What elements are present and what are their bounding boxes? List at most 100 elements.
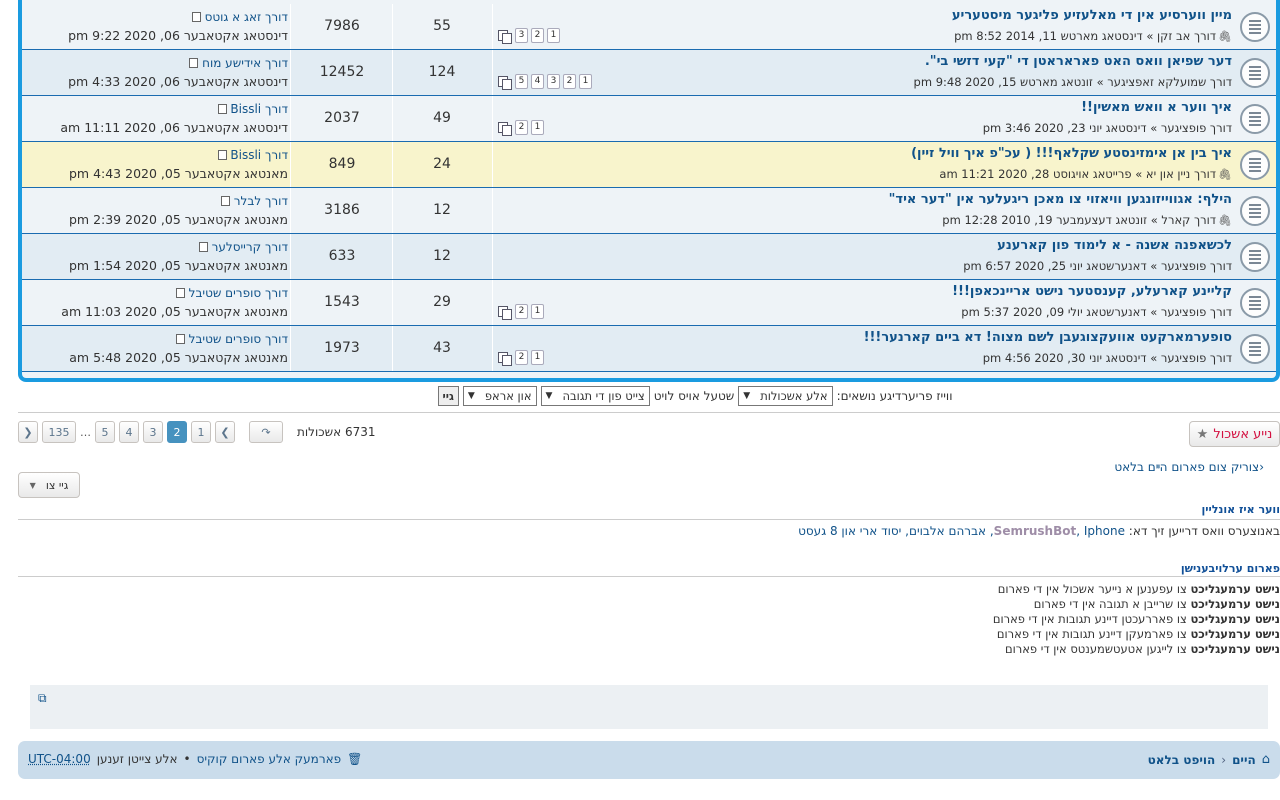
back-to-index-link[interactable]: ‹צוריק צום פארום הײם בלאט bbox=[1114, 460, 1264, 474]
chevron-left-icon: ‹ bbox=[1259, 460, 1264, 474]
topic-author-date: דורך פופציגער » דאנערשטאג יולי 09, 2020 … bbox=[961, 305, 1232, 319]
chevron-down-icon: ▼ bbox=[743, 391, 751, 401]
permission-text: צו לייגען אטעטשמענטס אין די פארום bbox=[1004, 642, 1191, 656]
goto-last-post-icon[interactable] bbox=[175, 334, 185, 344]
prev-page-button[interactable]: ❮ bbox=[215, 421, 235, 443]
topic-page-link[interactable]: 3 bbox=[547, 74, 560, 89]
topic-page-link[interactable]: 1 bbox=[547, 28, 560, 43]
last-post-author: דורך קרייסלער bbox=[22, 240, 288, 254]
topic-pagination: 54321 bbox=[496, 74, 592, 90]
topic-read-icon bbox=[1240, 104, 1270, 134]
footer-navbar: ⌂ היים ‹ הויפט בלאט 🗑 פארמעק אלע פארום ק… bbox=[18, 741, 1280, 779]
topic-title-link[interactable]: איך ווער א וואש מאשין!! bbox=[1081, 100, 1232, 115]
external-link-icon[interactable]: ⧉ bbox=[38, 691, 47, 706]
last-post-user[interactable]: דורך סופרים שטיבל bbox=[189, 332, 288, 346]
last-post-user[interactable]: דורך סופרים שטיבל bbox=[189, 286, 288, 300]
last-post-user[interactable]: דורך קרייסלער bbox=[212, 240, 288, 254]
topic-page-link[interactable]: 5 bbox=[515, 74, 528, 89]
permission-text: צו שרייבן א תגובה אין די פארום bbox=[1033, 597, 1191, 611]
sort-toggle-button[interactable]: ↷ bbox=[249, 421, 283, 443]
last-post-user[interactable]: דורך אידישע מוח bbox=[202, 56, 288, 70]
topic-meta: דורך שמועלקא זאפציגער » זונטאג מארטש 15,… bbox=[914, 75, 1232, 89]
topic-title-link[interactable]: לכשאפנה אשנה - א לימוד פון קארענע bbox=[997, 238, 1232, 253]
topic-title-link[interactable]: מיין ווערסיע אין די מאלעזיע פליגער מיסטע… bbox=[952, 8, 1232, 23]
last-post-user[interactable]: דורך לבלר bbox=[234, 194, 288, 208]
sort-go-button[interactable]: גיי bbox=[437, 386, 459, 406]
topic-replies: 49 bbox=[433, 110, 451, 126]
column-divider bbox=[290, 142, 291, 187]
new-topic-button[interactable]: נייע אשכול ★ bbox=[1189, 421, 1280, 447]
topic-row: קליינע קארעלע, קענסטער נישט אריינכאפן!!!… bbox=[22, 280, 1276, 326]
topic-page-link[interactable]: 2 bbox=[515, 350, 528, 365]
topic-page-link[interactable]: 2 bbox=[515, 120, 528, 135]
topic-meta: דורך פופציגער » דאנערשטאג יוני 25, 2020 … bbox=[963, 259, 1232, 273]
topic-title-link[interactable]: דער שפיאן וואס האט פאראראטן די "קעי דזשי… bbox=[925, 54, 1232, 69]
topic-title-link[interactable]: קליינע קארעלע, קענסטער נישט אריינכאפן!!! bbox=[952, 284, 1232, 299]
topic-page-link[interactable]: 2 bbox=[531, 28, 544, 43]
topic-title-link[interactable]: הילף: אגווייזונגען וויאזוי צו מאכן ריגעל… bbox=[889, 192, 1232, 207]
topic-meta: 🖇דורך קארל » זונטאג דעצעמבער 19, 2010 12… bbox=[942, 213, 1232, 227]
topic-row: איך בין אן אימזינסטע שקלאף!!! ( עכ"פ איך… bbox=[22, 142, 1276, 188]
online-prefix: באנוצערס וואס דרייען זיך דא: bbox=[1128, 524, 1280, 538]
permission-line: נישט ערמעגליכט צו שרייבן א תגובה אין די … bbox=[993, 597, 1280, 612]
online-heading: ווער איז אונליין bbox=[1201, 503, 1280, 516]
goto-last-post-icon[interactable] bbox=[220, 196, 230, 206]
goto-last-post-icon[interactable] bbox=[191, 12, 201, 22]
delete-cookies-link[interactable]: פארמעק אלע פארום קוקיס bbox=[197, 752, 342, 766]
topic-page-link[interactable]: 1 bbox=[531, 120, 544, 135]
goto-last-post-icon[interactable] bbox=[217, 104, 227, 114]
topic-page-link[interactable]: 2 bbox=[563, 74, 576, 89]
topic-row: סופערמארקעט אוועקצוגעבן לשם מצוה! דא ביי… bbox=[22, 326, 1276, 372]
pages-icon bbox=[498, 29, 512, 44]
topic-page-link[interactable]: 4 bbox=[531, 74, 544, 89]
page-link-3[interactable]: 3 bbox=[143, 421, 163, 443]
sort-key-select[interactable]: צייט פון די תגובה ▼ bbox=[540, 386, 650, 406]
topic-meta: דורך פופציגער » דינסטאג יוני 23, 2020 3:… bbox=[983, 121, 1232, 135]
column-divider bbox=[492, 96, 493, 141]
last-post-date: מאנטאג אקטאבער 05, 2020 11:03 am bbox=[61, 304, 288, 319]
topic-page-link[interactable]: 1 bbox=[531, 350, 544, 365]
topic-title-link[interactable]: איך בין אן אימזינסטע שקלאף!!! ( עכ"פ איך… bbox=[911, 146, 1232, 161]
last-post-user[interactable]: דורך Bissli bbox=[230, 102, 288, 116]
last-post-date: מאנטאג אקטאבער 05, 2020 1:54 pm bbox=[68, 258, 288, 273]
column-divider bbox=[392, 188, 393, 233]
goto-last-post-icon[interactable] bbox=[198, 242, 208, 252]
goto-last-post-icon[interactable] bbox=[175, 288, 185, 298]
permission-text: צו פאררעכטן דיינע תגובות אין די פארום bbox=[992, 612, 1191, 626]
page-link-last[interactable]: 135 bbox=[42, 421, 76, 443]
breadcrumb-index[interactable]: הויפט בלאט bbox=[1148, 753, 1216, 767]
topic-page-link[interactable]: 1 bbox=[531, 304, 544, 319]
last-post-author: דורך זאג א גוטס bbox=[22, 10, 288, 24]
last-post-user[interactable]: דורך Bissli bbox=[230, 148, 288, 162]
permission-line: נישט ערמעגליכט צו לייגען אטעטשמענטס אין … bbox=[993, 642, 1280, 657]
jump-to-label: גיי צו bbox=[45, 478, 69, 492]
topic-page-link[interactable]: 2 bbox=[515, 304, 528, 319]
pages-icon bbox=[498, 305, 512, 320]
page-link-4[interactable]: 4 bbox=[119, 421, 139, 443]
topic-page-link[interactable]: 1 bbox=[579, 74, 592, 89]
days-select[interactable]: אלע אשכולות ▼ bbox=[738, 386, 833, 406]
timezone-value[interactable]: UTC-04:00 bbox=[28, 752, 91, 766]
days-select-value: אלע אשכולות bbox=[760, 389, 828, 403]
page-link-1[interactable]: 1 bbox=[191, 421, 211, 443]
online-users[interactable]: , Iphone, אברהם אלבוים, יסוד ארי און 8 ג… bbox=[798, 524, 1125, 538]
online-user-bot[interactable]: SemrushBot bbox=[994, 524, 1077, 538]
jump-to-button[interactable]: ▼ גיי צו bbox=[18, 472, 80, 498]
home-icon: ⌂ bbox=[1261, 752, 1270, 767]
topic-title-link[interactable]: סופערמארקעט אוועקצוגעבן לשם מצוה! דא ביי… bbox=[864, 330, 1232, 345]
topic-author-date: דורך קארל » זונטאג דעצעמבער 19, 2010 12:… bbox=[942, 213, 1217, 227]
page-link-5[interactable]: 5 bbox=[95, 421, 115, 443]
pages-icon bbox=[498, 351, 512, 366]
breadcrumb-home[interactable]: היים bbox=[1232, 753, 1256, 767]
new-topic-label: נייע אשכול bbox=[1213, 426, 1273, 442]
topic-views: 1543 bbox=[324, 294, 360, 310]
column-divider bbox=[392, 234, 393, 279]
topic-meta: 🖇דורך ניין און יא » פרייטאג אויגוסט 28, … bbox=[939, 167, 1232, 181]
goto-last-post-icon[interactable] bbox=[189, 58, 199, 68]
last-post-user[interactable]: דורך זאג א גוטס bbox=[205, 10, 288, 24]
topic-page-link[interactable]: 3 bbox=[515, 28, 528, 43]
column-divider bbox=[492, 234, 493, 279]
sort-dir-select[interactable]: און אראפ ▼ bbox=[462, 386, 537, 406]
next-page-button[interactable]: ❯ bbox=[18, 421, 38, 443]
goto-last-post-icon[interactable] bbox=[217, 150, 227, 160]
